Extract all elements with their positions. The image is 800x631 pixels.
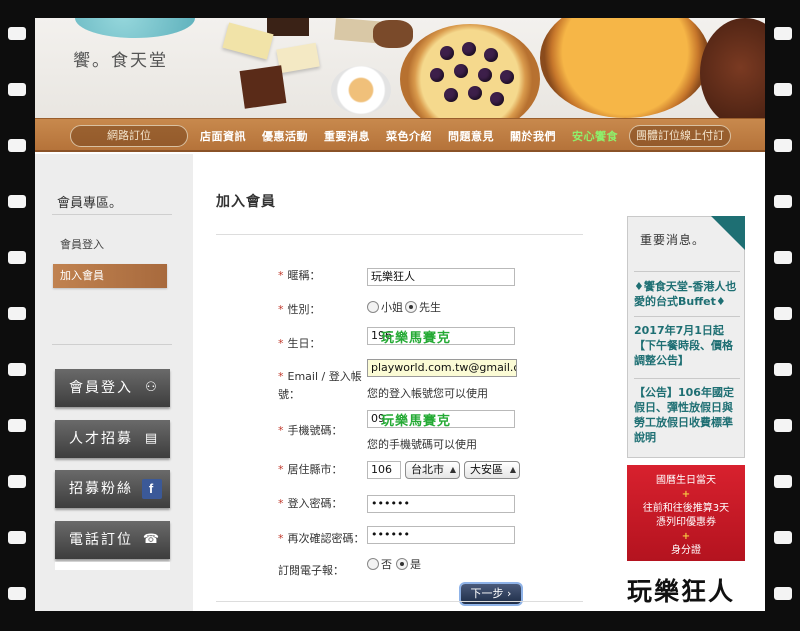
district-select[interactable]: 大安區 ▲ xyxy=(464,461,520,479)
divider xyxy=(216,601,583,602)
password-field[interactable]: •••••• xyxy=(367,495,515,513)
zip-code-field[interactable]: 106 xyxy=(367,461,401,479)
button-label: 招募粉絲 xyxy=(69,481,133,497)
header-banner: 饗。食天堂 xyxy=(35,18,765,118)
newsletter-radio-group: 否 是 xyxy=(367,556,421,572)
tart-plate-image xyxy=(331,66,391,114)
right-column: 重要消息。 ♦饗食天堂-香港人也愛的台式Buffet♦ 2017年7月1日起【下… xyxy=(623,154,765,611)
nickname-label: * 暱稱： xyxy=(278,269,321,282)
plus-icon: + xyxy=(681,489,691,500)
mobile-label: * 手機號碼： xyxy=(278,424,343,437)
member-sidebar: 會員專區。 會員登入 加入會員 會員登入 ⚇ 人才招募 ▤ 招募粉絲 f 電話訂… xyxy=(35,154,193,611)
nav-item-menu[interactable]: 菜色介紹 xyxy=(386,128,432,144)
nav-group-booking[interactable]: 團體訂位線上付訂 xyxy=(629,125,731,147)
residence-label: * 居住縣市： xyxy=(278,463,343,476)
password-confirm-label: * 再次確認密碼： xyxy=(278,532,365,545)
promo-line: 往前和往後推算3天 xyxy=(642,503,730,514)
dessert-image xyxy=(276,42,320,74)
password-confirm-field[interactable]: •••••• xyxy=(367,526,515,544)
newsletter-yes-radio[interactable] xyxy=(396,558,408,570)
divider xyxy=(216,234,583,235)
button-label: 會員登入 xyxy=(69,380,133,396)
birthday-label: * 生日： xyxy=(278,337,321,350)
sidebar-title: 會員專區。 xyxy=(57,196,123,211)
news-panel: 重要消息。 ♦饗食天堂-香港人也愛的台式Buffet♦ 2017年7月1日起【下… xyxy=(627,216,745,458)
dessert-image xyxy=(222,22,274,60)
nav-item-feedback[interactable]: 問題意見 xyxy=(448,128,494,144)
nav-item-about[interactable]: 關於我們 xyxy=(510,128,556,144)
logo-splash xyxy=(75,18,195,38)
phone-icon: ☎ xyxy=(142,532,162,547)
promo-line: 國曆生日當天 xyxy=(656,475,716,486)
chevron-updown-icon: ▲ xyxy=(509,465,516,474)
phone-booking-button[interactable]: 電話訂位 ☎ xyxy=(55,521,170,559)
chevron-updown-icon: ▲ xyxy=(449,465,456,474)
divider xyxy=(634,316,740,317)
website-screenshot: 饗。食天堂 網路訂位 店面資訊 優惠活動 重要消息 菜色介紹 問題意見 關於我們… xyxy=(35,18,765,611)
city-select[interactable]: 台北市 ▲ xyxy=(405,461,460,479)
divider xyxy=(634,378,740,379)
sidebar-item-login[interactable]: 會員登入 xyxy=(60,236,104,252)
site-logo[interactable]: 饗。食天堂 xyxy=(73,46,168,71)
watermark-text: 玩樂狂人 xyxy=(627,577,736,606)
birthday-promo-banner[interactable]: 國曆生日當天 + 往前和往後推算3天 憑列印優惠券 + 身分證 xyxy=(627,465,745,561)
nav-item-news[interactable]: 重要消息 xyxy=(324,128,370,144)
button-label: 電話訂位 xyxy=(69,532,133,548)
nav-item-store-info[interactable]: 店面資訊 xyxy=(200,128,246,144)
radio-label: 否 xyxy=(381,558,392,571)
button-label: 人才招募 xyxy=(69,431,133,447)
promo-line: 身分證 xyxy=(671,545,701,556)
gender-label: * 性別： xyxy=(278,303,321,316)
email-field[interactable]: playworld.com.tw@gmail.com xyxy=(367,359,517,377)
radio-label: 先生 xyxy=(419,301,441,314)
nav-item-food-safety[interactable]: 安心饗食 xyxy=(572,128,618,144)
mobile-hint: 您的手機號碼可以使用 xyxy=(367,438,477,451)
chocolate-cake-image xyxy=(700,18,765,118)
members-icon: ⚇ xyxy=(145,380,159,395)
nickname-field[interactable]: 玩樂狂人 xyxy=(367,268,515,286)
fan-recruit-button[interactable]: 招募粉絲 f xyxy=(55,470,170,508)
gender-male-radio[interactable] xyxy=(405,301,417,313)
news-item[interactable]: 2017年7月1日起【下午餐時段、價格調整公告】 xyxy=(634,323,740,368)
promo-line: 憑列印優惠券 xyxy=(656,517,716,528)
signup-form: 加入會員 * 暱稱： 玩樂狂人 * 性別： 小姐 先生 * 生日： 196 玩樂馬賽克… xyxy=(193,154,623,611)
gender-female-radio[interactable] xyxy=(367,301,379,313)
divider xyxy=(52,344,172,345)
id-card-icon: ▤ xyxy=(144,431,160,446)
dessert-image xyxy=(373,20,413,48)
newsletter-no-radio[interactable] xyxy=(367,558,379,570)
news-title: 重要消息。 xyxy=(640,233,706,247)
recruitment-button[interactable]: 人才招募 ▤ xyxy=(55,420,170,458)
divider xyxy=(634,271,740,272)
nav-item-promotions[interactable]: 優惠活動 xyxy=(262,128,308,144)
divider xyxy=(52,214,172,215)
dessert-image xyxy=(239,65,287,109)
sidebar-item-join[interactable]: 加入會員 xyxy=(53,264,167,288)
page-title: 加入會員 xyxy=(216,194,276,210)
news-item[interactable]: 【公告】106年國定假日、彈性放假日與勞工放假日收費標準說明 xyxy=(634,385,740,445)
nav-online-order[interactable]: 網路訂位 xyxy=(70,125,188,147)
mosaic-overlay-text: 玩樂馬賽克 xyxy=(381,331,452,346)
plus-icon: + xyxy=(681,531,691,542)
berry-tart-image xyxy=(400,24,540,118)
member-login-button[interactable]: 會員登入 ⚇ xyxy=(55,369,170,407)
password-label: * 登入密碼： xyxy=(278,497,343,510)
sidebar-spacer xyxy=(55,562,170,570)
facebook-icon: f xyxy=(142,479,162,499)
newsletter-label: 訂閱電子報： xyxy=(278,564,344,577)
mosaic-overlay-text: 玩樂馬賽克 xyxy=(381,414,452,429)
dessert-image xyxy=(267,18,309,36)
radio-label: 是 xyxy=(410,558,421,571)
news-item[interactable]: ♦饗食天堂-香港人也愛的台式Buffet♦ xyxy=(634,279,740,309)
cheesecake-image xyxy=(540,18,710,118)
radio-label: 小姐 xyxy=(381,301,403,314)
email-hint: 您的登入帳號您可以使用 xyxy=(367,387,488,400)
gender-radio-group: 小姐 先生 xyxy=(367,299,441,315)
main-nav: 網路訂位 店面資訊 優惠活動 重要消息 菜色介紹 問題意見 關於我們 安心饗食 … xyxy=(35,118,765,152)
email-label: * Email / 登入帳 xyxy=(278,370,362,383)
email-label-continued: 號： xyxy=(278,388,300,401)
